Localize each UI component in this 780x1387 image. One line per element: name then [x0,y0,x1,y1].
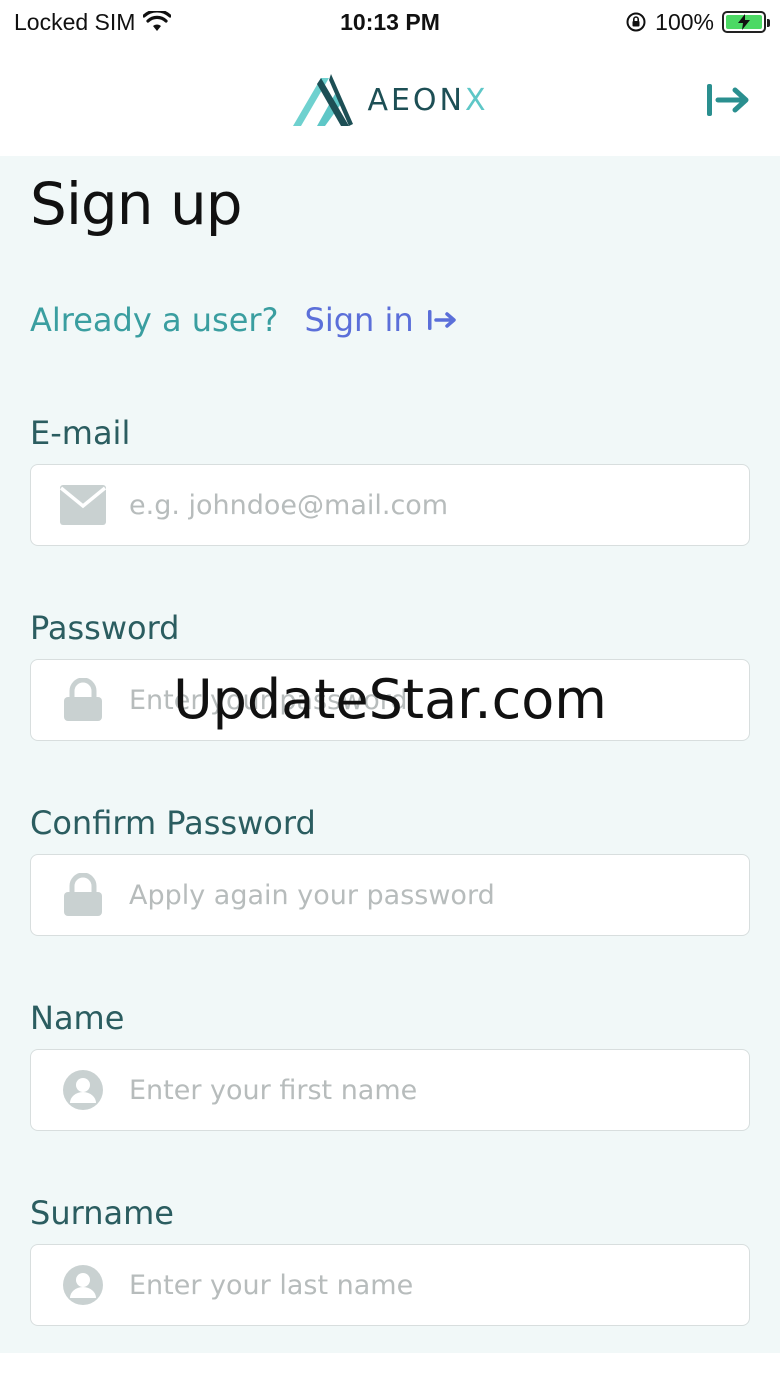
header-signin-icon[interactable] [704,80,752,120]
status-bar: Locked SIM 10:13 PM 100% [0,0,780,44]
mail-icon [59,481,107,529]
password-field[interactable] [30,659,750,741]
signup-form-area: Sign up Already a user? Sign in E-mail P… [0,156,780,1353]
user-icon [59,1066,107,1114]
lock-icon [59,676,107,724]
email-input[interactable] [129,489,749,521]
confirm-password-label: Confirm Password [30,804,316,842]
page-title: Sign up [30,170,243,238]
signin-arrow-icon [427,310,456,330]
name-input[interactable] [129,1074,749,1106]
status-right: 100% [625,8,770,36]
password-input[interactable] [129,684,749,716]
orientation-lock-icon [626,12,646,32]
signin-link[interactable]: Sign in [305,301,458,339]
already-user-text: Already a user? [30,301,279,339]
email-label: E-mail [30,414,131,452]
surname-input[interactable] [129,1269,749,1301]
user-icon [59,1261,107,1309]
signin-link-label: Sign in [304,301,414,339]
status-left: Locked SIM [14,8,172,36]
wifi-icon [143,11,172,31]
email-field[interactable] [30,464,750,546]
confirm-password-field[interactable] [30,854,750,936]
name-field[interactable] [30,1049,750,1131]
app-header: AEONX [0,44,780,156]
battery-percent: 100% [655,8,714,35]
surname-field[interactable] [30,1244,750,1326]
aeonx-logo: AEONX [291,72,488,128]
logo-wordmark: AEONX [367,82,489,118]
battery-icon [722,11,770,33]
confirm-password-input[interactable] [129,879,749,911]
signin-prompt: Already a user? Sign in [30,301,458,339]
carrier-label: Locked SIM [14,8,136,35]
lock-icon [59,871,107,919]
name-label: Name [30,999,125,1037]
password-label: Password [30,609,180,647]
surname-label: Surname [30,1194,174,1232]
logo-mark-icon [293,74,354,126]
